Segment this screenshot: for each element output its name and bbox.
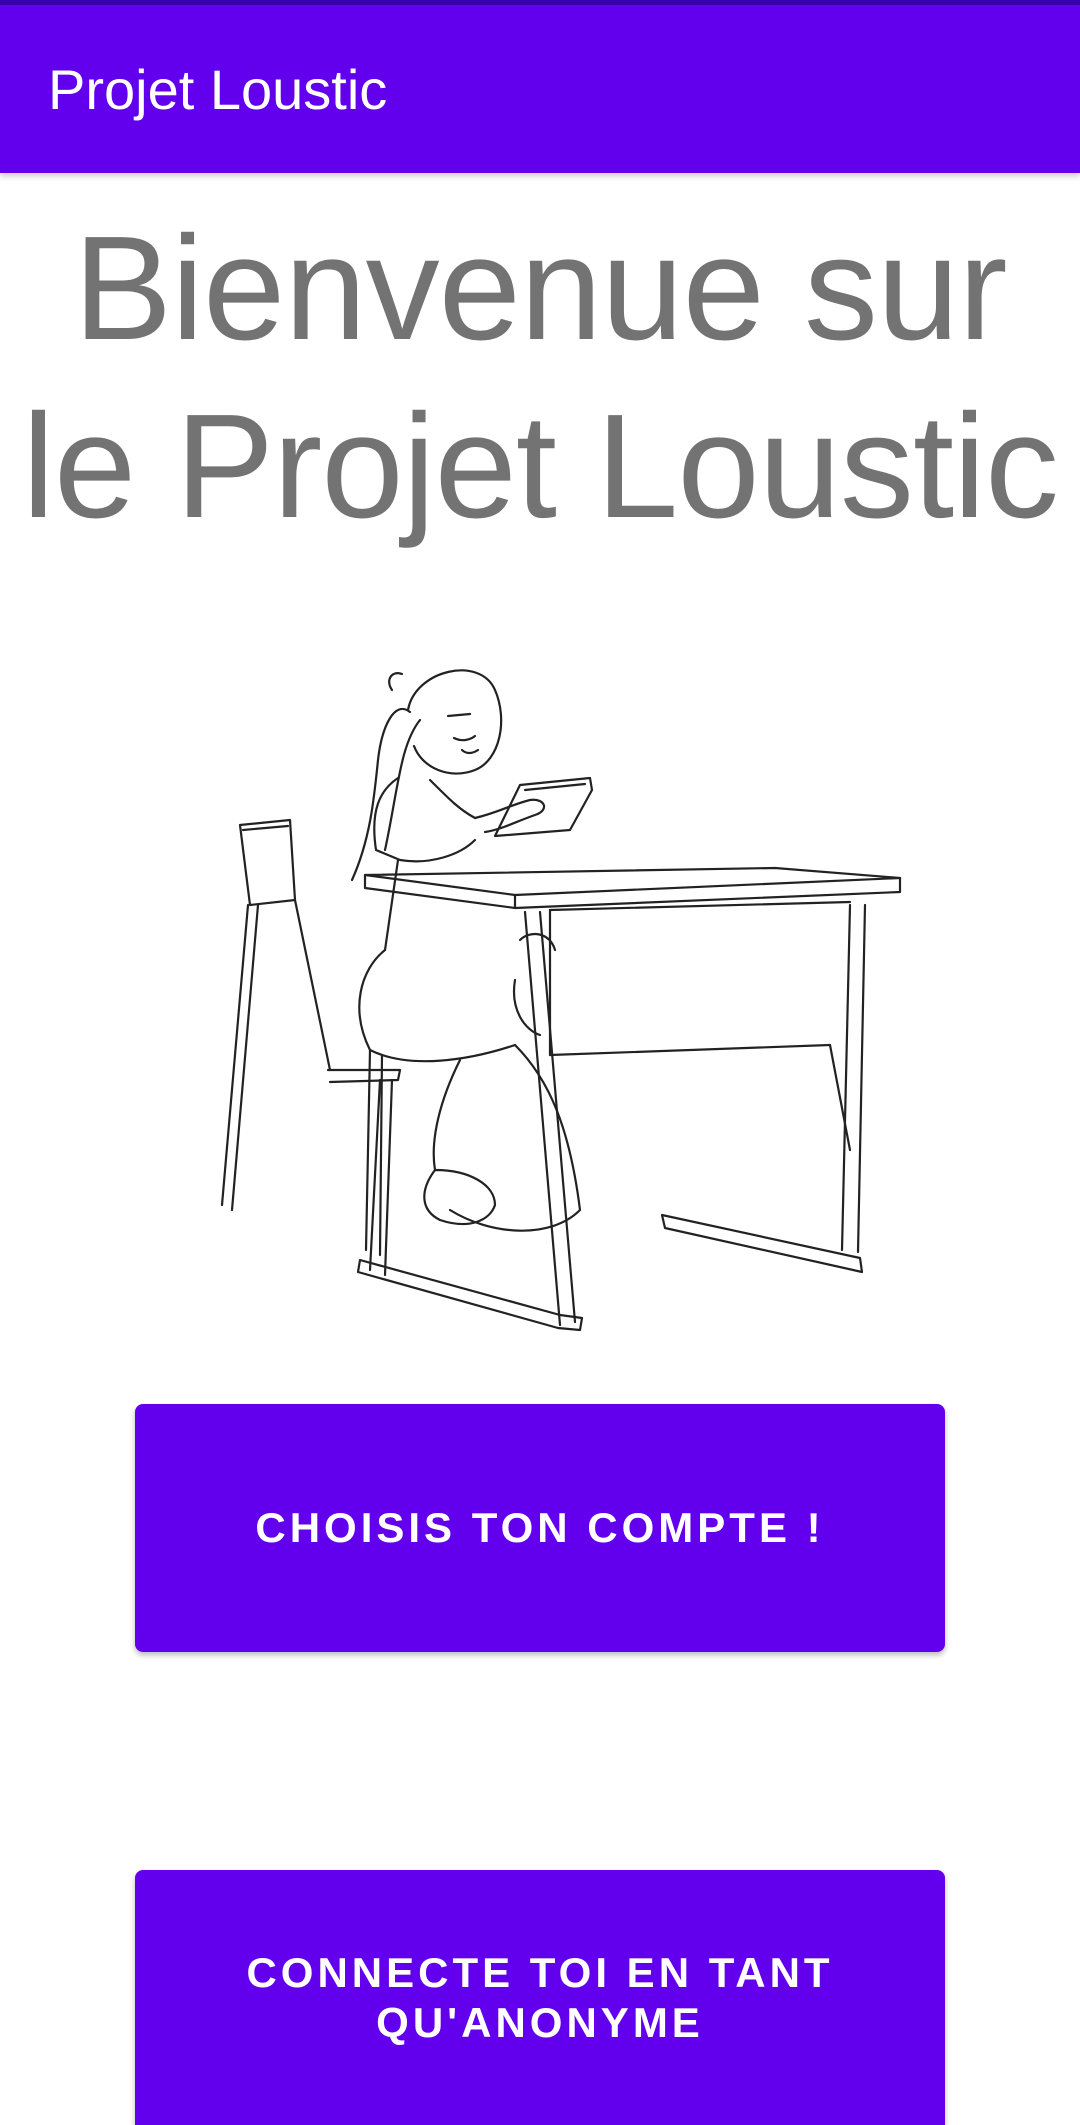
welcome-line-2: le Projet Loustic <box>22 384 1059 549</box>
child-at-desk-illustration <box>220 669 902 1332</box>
anonymous-login-button[interactable]: CONNECTE TOI EN TANT QU'ANONYME <box>135 1870 945 2125</box>
welcome-line-1: Bienvenue sur <box>73 206 1007 371</box>
app-bar: Projet Loustic <box>0 5 1080 173</box>
choose-account-button[interactable]: CHOISIS TON COMPTE ! <box>135 1404 945 1652</box>
welcome-heading: Bienvenue sur le Projet Loustic <box>0 200 1080 556</box>
anonymous-login-label-line-1: CONNECTE TOI EN TANT <box>246 1948 834 1996</box>
anonymous-login-label: CONNECTE TOI EN TANT QU'ANONYME <box>246 1948 833 2048</box>
choose-account-label: CHOISIS TON COMPTE ! <box>255 1504 825 1551</box>
app-title: Projet Loustic <box>48 57 388 121</box>
anonymous-login-label-line-2: QU'ANONYME <box>376 1998 704 2046</box>
